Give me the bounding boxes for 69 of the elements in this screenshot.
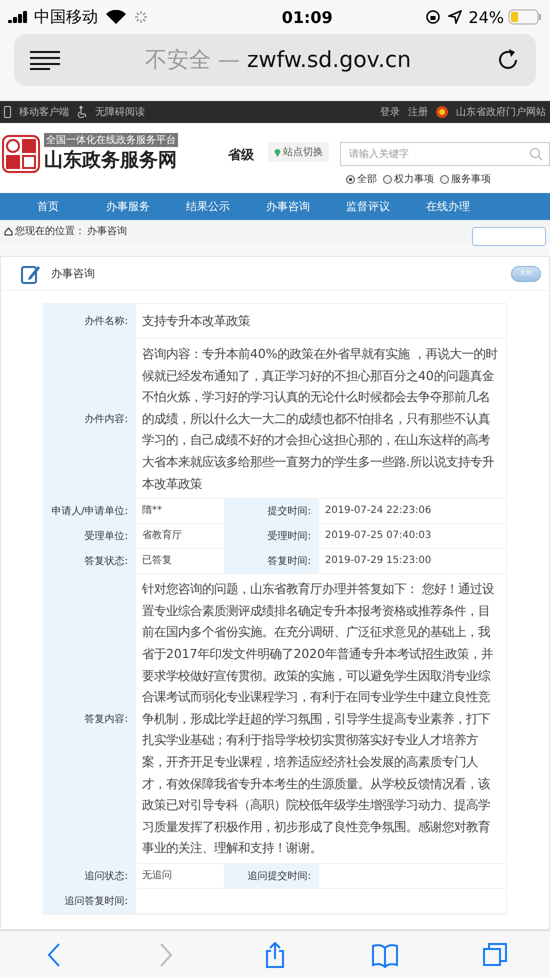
clock-time: 01:09 — [280, 8, 333, 26]
nav-item[interactable]: 办事服务 — [88, 199, 168, 214]
field-value: 已答复 — [141, 554, 173, 568]
site-name: 山东政务服务网 — [44, 148, 178, 173]
pin-icon — [274, 148, 281, 156]
field-label: 提交时间: — [224, 499, 319, 524]
nav-item[interactable]: 监督评议 — [328, 199, 408, 214]
field-value: 省教育厅 — [141, 528, 183, 544]
field-value: 支持专升本改革政策 — [141, 312, 251, 330]
tabs-button[interactable] — [481, 940, 509, 968]
field-value: 2019-07-29 15:23:00 — [324, 554, 432, 568]
field-label: 追问答复时间: — [44, 888, 136, 913]
nav-item[interactable]: 办事咨询 — [248, 199, 328, 214]
menu-icon — [30, 50, 60, 70]
field-value: 针对您咨询的问题，山东省教育厅办理并答复如下： 您好！通过设置专业综合素质测评成绩排名确定专升本报考资格或推荐条件，目前在国内多个省份实施。在充分调研、广泛征求意见的基础上，我省于2017年印发文件明确了2020年普通专升本考试招生政策，并要求学校做好宣传贯彻。政策的实施，可以避免学生因取消专业综合课考试而弱化专业课程学习，有利于在同专业学生中建立良性竞争机制，形成比学赶超的学习氛围，引导学生提高专业素养，打下扎实学业基础；有利于指导学校切实贯彻落实好专业人才培养方案，开齐开足专业课程，培养适应经济社会发展的高素质专门人才，有效保障我省专升本考生的生源质量。从学校反馈情况看，该政策已对引导专科（高职）院校低年级学生增强学习动力、提高学习质量发挥了积极作用，初步形成了良性竞争氛围。感谢您对教育事业的关注、理解和支持！谢谢。 — [141, 580, 495, 858]
seal-logo — [2, 135, 40, 173]
nav-item[interactable]: 首页 — [8, 199, 88, 214]
home-icon — [4, 226, 13, 236]
scope-radio[interactable]: 服务事项 — [440, 172, 491, 186]
field-label: 申请人/申请单位: — [44, 499, 136, 524]
scope-radio[interactable]: 权力事项 — [383, 172, 434, 186]
field-label: 答复内容: — [44, 574, 136, 863]
battery-percent: 24% — [468, 8, 504, 26]
mobile-client-link[interactable]: 移动客户端 — [19, 105, 69, 119]
field-label: 办件内容: — [44, 339, 136, 498]
breadcrumb-link[interactable]: 办事咨询 — [87, 224, 127, 238]
breadcrumb-label: 您现在的位置： — [15, 224, 85, 238]
loading-icon — [134, 10, 148, 24]
address-bar[interactable]: 不安全 — zwfw.sd.gov.cn — [14, 34, 536, 86]
battery-icon — [508, 9, 542, 25]
signal-icon — [8, 11, 30, 23]
portal-link[interactable]: 山东省政府门户网站 — [456, 105, 546, 119]
location-icon — [448, 10, 462, 24]
nav-item[interactable]: 在线办理 — [408, 199, 488, 214]
scope-radio[interactable]: 全部 — [346, 172, 377, 186]
reload-icon — [496, 48, 520, 72]
nav-item[interactable]: 结果公示 — [168, 199, 248, 214]
wifi-icon — [106, 10, 126, 24]
field-label: 追问状态: — [44, 864, 136, 888]
carrier-name: 中国移动 — [34, 6, 98, 28]
tabs-icon — [481, 940, 509, 968]
field-value: 咨询内容：专升本前40%的政策在外省早就有实施 ，再说大一的时候就已经发布通知了，真正学习好的不担心那百分之40的问题真金不怕火炼，学习好的学习认真的无论什么时候都会去争夺那前几名的成绩，所以什么大一大二的成绩也都不怕排名，只有那些不认真学习的，自己成绩不好的才会担心这担心那的，在山东这样的高考大省本来就应该多给那些一直努力的学生多一些路.所以说支持专升本改革政策 — [141, 345, 498, 493]
search-icon — [529, 147, 543, 161]
field-value: 隋** — [141, 504, 163, 518]
field-label: 受理单位: — [44, 524, 136, 548]
login-link[interactable]: 登录 — [380, 105, 400, 119]
field-value: 无追问 — [141, 868, 173, 883]
field-label: 办件名称: — [44, 304, 136, 338]
panel-title: 办事咨询 — [51, 266, 95, 281]
field-label: 答复状态: — [44, 549, 136, 574]
edit-icon — [21, 264, 41, 284]
field-label: 受理时间: — [224, 524, 319, 548]
emblem-icon — [436, 106, 448, 118]
phone-icon — [4, 106, 11, 118]
page-address: 不安全 — zwfw.sd.gov.cn — [144, 47, 412, 75]
field-label: 追问提交时间: — [224, 864, 319, 888]
platform-tagline: 全国一体化在线政务服务平台 — [44, 133, 178, 147]
wheelchair-icon — [77, 106, 87, 118]
site-switch-button[interactable]: 站点切换 — [268, 142, 329, 162]
rotation-lock-icon — [426, 10, 440, 24]
register-link[interactable]: 注册 — [408, 105, 428, 119]
field-label: 答复时间: — [224, 549, 319, 574]
search-field[interactable]: 请输入关键字 — [340, 142, 550, 166]
placeholder-button[interactable] — [472, 226, 546, 246]
field-value: 2019-07-25 07:40:03 — [324, 529, 432, 544]
search-input[interactable]: 请输入关键字 — [347, 148, 529, 160]
level-label: 省级 — [228, 147, 254, 164]
accessibility-link[interactable]: 无障碍阅读 — [95, 105, 145, 119]
field-value: 2019-07-24 22:23:06 — [324, 504, 432, 518]
